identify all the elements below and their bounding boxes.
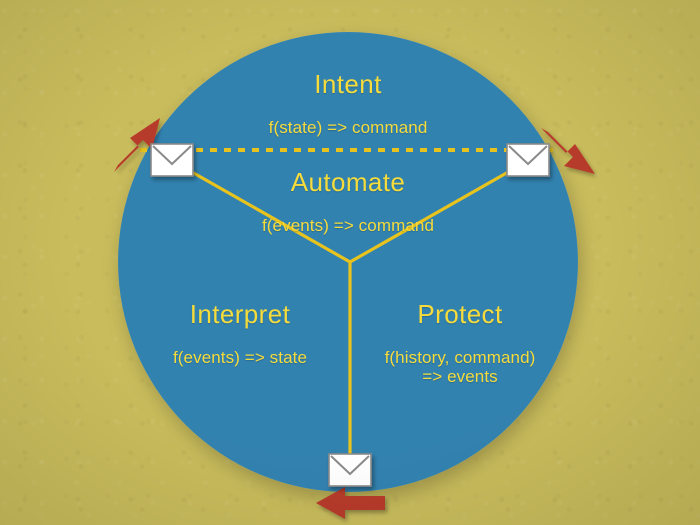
quadrant-label-automate: Automate f(events) => command bbox=[208, 150, 488, 253]
quadrant-label-intent: Intent f(state) => command bbox=[208, 52, 488, 155]
quadrant-title-interpret: Interpret bbox=[189, 298, 291, 329]
quadrant-label-protect: Protect f(history, command) => events bbox=[346, 282, 574, 404]
quadrant-formula-interpret: f(events) => state bbox=[172, 347, 308, 367]
quadrant-formula-intent: f(state) => command bbox=[268, 117, 428, 137]
quadrant-title-protect: Protect bbox=[417, 298, 503, 329]
envelope-icon-left bbox=[150, 143, 194, 177]
quadrant-formula-protect: f(history, command) => events bbox=[384, 347, 536, 386]
envelope-icon-bottom bbox=[328, 453, 372, 487]
envelope-icon-right bbox=[506, 143, 550, 177]
quadrant-label-interpret: Interpret f(events) => state bbox=[128, 282, 352, 385]
quadrant-title-intent: Intent bbox=[314, 68, 382, 99]
quadrant-title-automate: Automate bbox=[290, 166, 406, 197]
diagram-canvas: Intent f(state) => command Automate f(ev… bbox=[0, 0, 700, 525]
quadrant-formula-automate: f(events) => command bbox=[261, 215, 435, 235]
